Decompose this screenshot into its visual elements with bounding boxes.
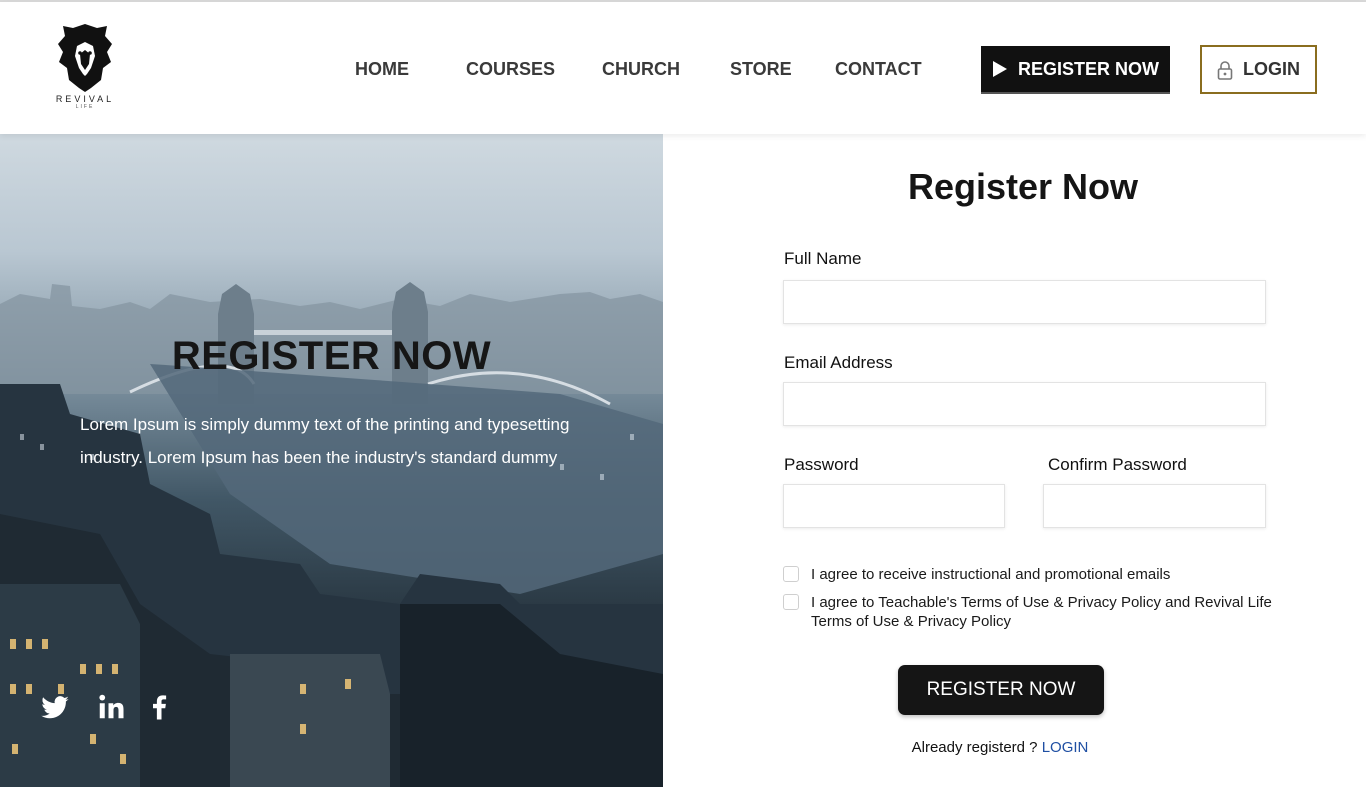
nav-home[interactable]: HOME: [355, 59, 409, 80]
header-register-label: REGISTER NOW: [1017, 58, 1159, 79]
promo-emails-label: I agree to receive instructional and pro…: [811, 566, 1171, 583]
lock-icon: [1217, 60, 1233, 80]
logo-subtitle: LIFE: [75, 104, 95, 110]
linkedin-icon[interactable]: [96, 692, 126, 722]
terms-label: I agree to Teachable's Terms of Use & Pr…: [811, 594, 1272, 630]
play-icon: [992, 61, 1007, 77]
confirm-password-input[interactable]: [1043, 484, 1266, 528]
full-name-input[interactable]: [783, 280, 1266, 324]
password-label: Password: [784, 455, 859, 474]
facebook-icon[interactable]: [144, 692, 174, 722]
hero-panel: REGISTER NOW Lorem Ipsum is simply dummy…: [0, 134, 663, 787]
header-login-button[interactable]: LOGIN: [1200, 45, 1317, 94]
logo-brand: REVIVAL: [55, 94, 115, 104]
promo-emails-row: I agree to receive instructional and pro…: [783, 565, 1303, 584]
lion-icon: [58, 24, 112, 92]
terms-checkbox[interactable]: [783, 594, 799, 610]
site-header: REVIVAL LIFE HOME COURSES CHURCH STORE C…: [0, 2, 1366, 134]
header-login-label: LOGIN: [1243, 59, 1300, 79]
email-input[interactable]: [783, 382, 1266, 426]
confirm-password-label: Confirm Password: [1048, 455, 1187, 474]
already-registered-text: Already registerd ?: [911, 739, 1038, 756]
register-submit-button[interactable]: REGISTER NOW: [898, 665, 1104, 715]
nav-store[interactable]: STORE: [730, 59, 792, 80]
header-register-button[interactable]: REGISTER NOW: [981, 46, 1170, 94]
form-title: Register Now: [907, 166, 1139, 207]
login-link[interactable]: LOGIN: [1042, 739, 1089, 756]
already-registered-row: Already registerd ? LOGIN: [663, 739, 1337, 756]
nav-courses[interactable]: COURSES: [466, 59, 555, 80]
terms-row: I agree to Teachable's Terms of Use & Pr…: [783, 593, 1303, 631]
nav-church[interactable]: CHURCH: [602, 59, 680, 80]
logo[interactable]: REVIVAL LIFE: [50, 22, 120, 118]
promo-emails-checkbox[interactable]: [783, 566, 799, 582]
full-name-label: Full Name: [784, 249, 862, 268]
hero-description: Lorem Ipsum is simply dummy text of the …: [80, 415, 570, 467]
hero-title: REGISTER NOW: [171, 334, 492, 378]
nav-contact[interactable]: CONTACT: [835, 59, 922, 80]
twitter-icon[interactable]: [40, 692, 70, 722]
email-label: Email Address: [784, 353, 893, 372]
password-input[interactable]: [783, 484, 1005, 528]
